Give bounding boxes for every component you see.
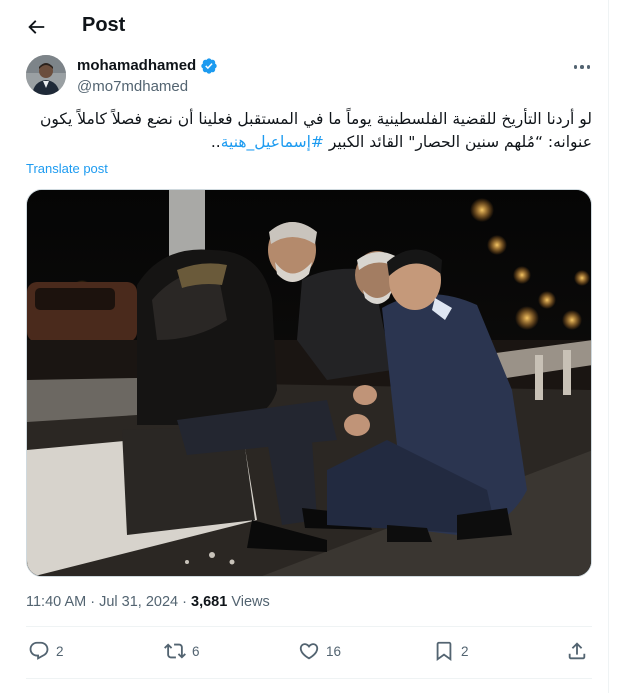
like-count: 16	[326, 643, 342, 659]
bookmark-icon	[436, 641, 452, 662]
bookmark-button[interactable]: 2	[433, 640, 469, 662]
top-bar: Post	[0, 0, 608, 53]
verified-badge-icon	[200, 57, 218, 75]
post-meta: 11:40 AM · Jul 31, 2024 · 3,681 Views	[26, 594, 270, 610]
post-photo[interactable]	[26, 189, 592, 577]
hashtag-link[interactable]: #إسماعيل_هنية	[221, 133, 324, 151]
post-time[interactable]: 11:40 AM	[26, 594, 86, 610]
bookmark-count: 2	[461, 643, 469, 659]
more-options-button[interactable]	[570, 58, 594, 76]
reply-count: 2	[56, 643, 64, 659]
repost-arrows-icon	[164, 643, 186, 659]
action-bar: 2 6 16 2	[26, 636, 592, 670]
reply-button[interactable]: 2	[28, 640, 64, 662]
translate-post-link[interactable]: Translate post	[26, 161, 108, 176]
views-count: 3,681	[191, 594, 228, 610]
repost-button[interactable]: 6	[164, 640, 200, 662]
post-detail-page: Post mohamadhamed @mo7mdhamed لو أردنا ا…	[0, 0, 609, 693]
author-handle[interactable]: @mo7mdhamed	[77, 78, 188, 95]
post-text-end: ..	[210, 133, 221, 151]
share-button[interactable]	[566, 640, 588, 662]
divider	[26, 626, 592, 627]
author-name[interactable]: mohamadhamed	[77, 57, 196, 74]
views-label: Views	[227, 594, 270, 610]
back-button[interactable]	[22, 13, 50, 41]
post-text: لو أردنا التأريخ للقضية الفلسطينية يوماً…	[26, 108, 592, 154]
page-title: Post	[82, 14, 126, 36]
share-upload-icon	[568, 642, 586, 660]
avatar[interactable]	[26, 55, 66, 95]
speech-bubble-icon	[29, 641, 49, 660]
like-button[interactable]: 16	[298, 640, 341, 662]
repost-count: 6	[192, 643, 200, 659]
three-dots-icon	[573, 65, 578, 69]
heart-icon	[299, 643, 319, 660]
post-date[interactable]: Jul 31, 2024	[99, 594, 178, 610]
divider	[26, 678, 592, 679]
arrow-left-icon	[28, 20, 45, 34]
